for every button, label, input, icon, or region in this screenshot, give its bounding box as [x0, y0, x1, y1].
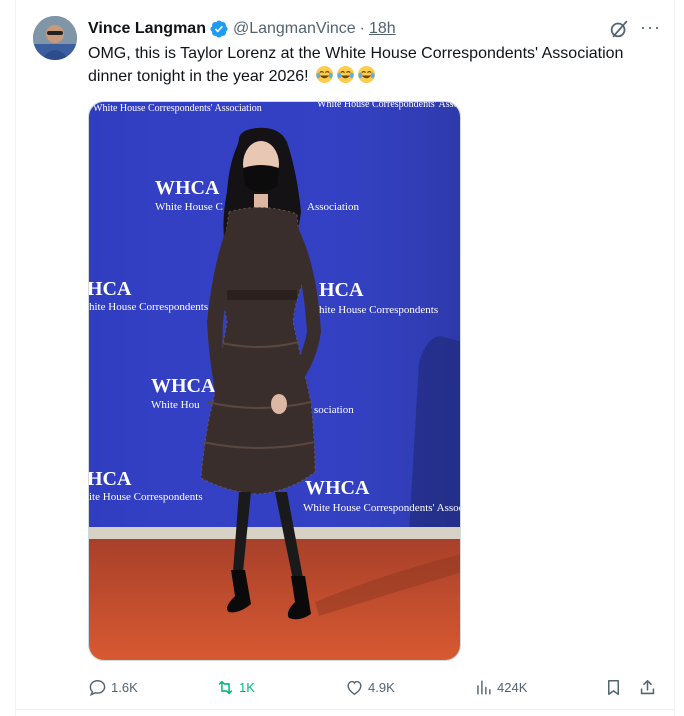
- analytics-icon: [477, 679, 491, 695]
- handle[interactable]: @LangmanVince: [233, 20, 356, 38]
- repost-count: 1K: [239, 679, 255, 695]
- reply-button[interactable]: 1.6K: [88, 672, 138, 702]
- bookmark-button[interactable]: [604, 672, 623, 702]
- more-options-icon[interactable]: ···: [640, 18, 660, 40]
- backdrop-sub-3: hite House Correspondents: [319, 304, 438, 316]
- backdrop-logo-6: WHCA: [305, 477, 370, 499]
- like-count: 4.9K: [368, 679, 395, 695]
- backdrop-logo-3: HCA: [319, 279, 364, 301]
- backdrop-logo-4: WHCA: [151, 375, 216, 397]
- share-button[interactable]: [638, 672, 657, 702]
- separator-dot: ·: [359, 20, 365, 37]
- grok-icon[interactable]: [608, 18, 630, 40]
- timestamp[interactable]: 18h: [369, 20, 396, 38]
- tweet-actions: 1.6K 1K 4.9K 424K: [88, 672, 668, 702]
- backdrop-assoc-1: Association: [307, 201, 359, 213]
- views-button[interactable]: 424K: [474, 672, 527, 702]
- reply-icon: [89, 679, 106, 696]
- share-icon: [640, 679, 655, 694]
- backdrop-logo-2: HCA: [89, 278, 132, 300]
- backdrop-sub-6: White House Correspondents' Association: [303, 502, 461, 514]
- reply-count: 1.6K: [111, 679, 138, 695]
- face-with-tears-of-joy-emoji: [358, 65, 376, 84]
- bookmark-icon: [607, 679, 620, 695]
- like-button[interactable]: 4.9K: [345, 672, 395, 702]
- display-name[interactable]: Vince Langman: [88, 20, 206, 38]
- backdrop-text-top-right: White House Correspondents' Association: [317, 102, 461, 110]
- verified-badge-icon: [210, 20, 228, 38]
- tweet-photo[interactable]: White House Correspondents' Association …: [88, 101, 461, 661]
- face-with-tears-of-joy-emoji: [316, 65, 334, 84]
- backdrop-sub-5: ite House Correspondents: [89, 491, 203, 503]
- heart-icon: [347, 680, 362, 695]
- backdrop-sub-2: hite House Correspondents: [89, 301, 208, 313]
- repost-button[interactable]: 1K: [216, 672, 255, 702]
- face-with-tears-of-joy-emoji: [337, 65, 355, 84]
- emoji-row: [315, 65, 376, 84]
- tweet-header: Vince Langman @LangmanVince · 18h: [88, 18, 396, 40]
- views-count: 424K: [497, 679, 528, 695]
- backdrop-logo-5: HCA: [89, 468, 132, 490]
- backdrop-sub-1: White House C: [155, 201, 223, 213]
- backdrop-logo-1: WHCA: [155, 177, 220, 199]
- backdrop-sociation: sociation: [314, 404, 354, 416]
- repost-icon: [218, 680, 233, 694]
- avatar[interactable]: [33, 16, 77, 60]
- divider: [16, 709, 674, 710]
- tweet-card[interactable]: Vince Langman @LangmanVince · 18h ··· OM…: [15, 0, 675, 716]
- tweet-text: OMG, this is Taylor Lorenz at the White …: [88, 42, 668, 88]
- backdrop-sub-4: White Hou: [151, 399, 200, 411]
- backdrop-text-top: White House Correspondents' Association: [93, 103, 262, 114]
